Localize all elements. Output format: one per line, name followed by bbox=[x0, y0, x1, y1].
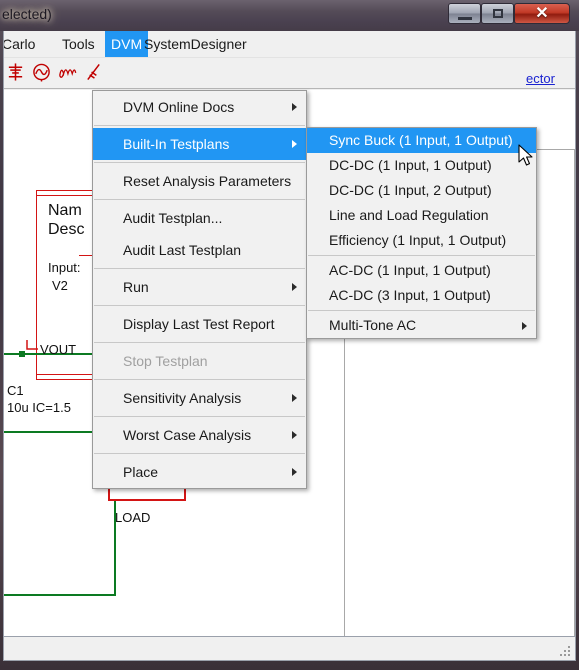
menu-item-label: DC-DC (1 Input, 2 Output) bbox=[329, 182, 492, 198]
menu-item-label: Built-In Testplans bbox=[123, 136, 230, 152]
wire-ground-horiz bbox=[4, 594, 116, 596]
menu-item-label: Multi-Tone AC bbox=[329, 317, 417, 333]
cap-value-label: 10u IC=1.5 bbox=[7, 400, 71, 415]
menu-bar: Carlo Tools DVM SystemDesigner bbox=[4, 31, 575, 58]
menu-item-label: Run bbox=[123, 279, 149, 295]
menu-separator bbox=[94, 342, 305, 343]
menu-separator bbox=[94, 268, 305, 269]
menu-item-stop-testplan: Stop Testplan bbox=[93, 345, 306, 377]
maximize-button[interactable] bbox=[481, 3, 514, 24]
menu-item-reset-analysis-parameters[interactable]: Reset Analysis Parameters bbox=[93, 165, 306, 197]
close-icon: ✕ bbox=[535, 4, 549, 22]
menu-item-place[interactable]: Place bbox=[93, 456, 306, 488]
menu-item-label: DC-DC (1 Input, 1 Output) bbox=[329, 157, 492, 173]
submenu-item-efficiency[interactable]: Efficiency (1 Input, 1 Output) bbox=[307, 228, 536, 253]
wire-load-bottom bbox=[108, 499, 185, 501]
menu-item-label: Reset Analysis Parameters bbox=[123, 173, 292, 189]
menu-item-label: Place bbox=[123, 464, 159, 480]
menu-item-label: AC-DC (3 Input, 1 Output) bbox=[329, 287, 491, 303]
tool-bar bbox=[4, 58, 575, 89]
chevron-right-icon bbox=[292, 283, 297, 291]
block-name-label: Nam bbox=[48, 202, 82, 219]
submenu-item-dcdc-1in-2out[interactable]: DC-DC (1 Input, 2 Output) bbox=[307, 178, 536, 203]
menu-item-label: Worst Case Analysis bbox=[123, 427, 252, 443]
menu-item-built-in-testplans[interactable]: Built-In Testplans bbox=[93, 128, 306, 160]
mouse-cursor-icon bbox=[518, 144, 533, 166]
menu-item-label: AC-DC (1 Input, 1 Output) bbox=[329, 262, 491, 278]
ac-source-icon[interactable] bbox=[32, 61, 51, 83]
client-area: Carlo Tools DVM SystemDesigner Nam Desc … bbox=[3, 31, 576, 661]
menu-item-label: Line and Load Regulation bbox=[329, 207, 489, 223]
menubar-item-tools[interactable]: Tools bbox=[56, 31, 101, 57]
waveform-icon[interactable] bbox=[58, 61, 77, 83]
menu-separator bbox=[94, 125, 305, 126]
menu-separator bbox=[94, 199, 305, 200]
submenu-item-dcdc-1in-1out[interactable]: DC-DC (1 Input, 1 Output) bbox=[307, 153, 536, 178]
close-button[interactable]: ✕ bbox=[514, 3, 570, 24]
wire-ground-vert bbox=[114, 501, 116, 595]
application-window: elected) ✕ Carlo Tools DVM SystemDesigne… bbox=[0, 0, 579, 670]
status-bar bbox=[4, 636, 575, 660]
chevron-right-icon bbox=[292, 431, 297, 439]
menu-item-label: DVM Online Docs bbox=[123, 99, 235, 115]
menu-item-label: Audit Last Testplan bbox=[123, 242, 242, 258]
menu-item-dvm-online-docs[interactable]: DVM Online Docs bbox=[93, 91, 306, 123]
ground-symbol-icon[interactable] bbox=[6, 61, 25, 83]
menu-separator bbox=[94, 305, 305, 306]
load-label: LOAD bbox=[115, 510, 151, 525]
title-bar: elected) ✕ bbox=[0, 0, 579, 31]
menu-item-worst-case-analysis[interactable]: Worst Case Analysis bbox=[93, 419, 306, 451]
block-desc-label: Desc bbox=[48, 221, 85, 238]
chevron-right-icon bbox=[292, 103, 297, 111]
chevron-right-icon bbox=[522, 321, 527, 330]
menu-item-label: Stop Testplan bbox=[123, 353, 208, 369]
menu-item-label: Sync Buck (1 Input, 1 Output) bbox=[329, 132, 513, 148]
menu-item-sensitivity-analysis[interactable]: Sensitivity Analysis bbox=[93, 382, 306, 414]
menu-separator bbox=[94, 379, 305, 380]
menu-item-display-last-test-report[interactable]: Display Last Test Report bbox=[93, 308, 306, 340]
menu-item-audit-testplan[interactable]: Audit Testplan... bbox=[93, 202, 306, 234]
block-input-value: V2 bbox=[52, 278, 68, 293]
submenu-item-sync-buck[interactable]: Sync Buck (1 Input, 1 Output) bbox=[307, 128, 536, 153]
menu-item-label: Display Last Test Report bbox=[123, 316, 275, 332]
menubar-item-systemdesigner[interactable]: SystemDesigner bbox=[138, 31, 253, 57]
menu-separator bbox=[94, 416, 305, 417]
minimize-button[interactable] bbox=[448, 3, 481, 24]
menu-item-label: Efficiency (1 Input, 1 Output) bbox=[329, 232, 507, 248]
net-label-vout: VOUT bbox=[40, 342, 77, 357]
window-title: elected) bbox=[2, 6, 52, 22]
minimize-icon bbox=[457, 16, 472, 20]
chevron-right-icon bbox=[292, 468, 297, 476]
menu-separator bbox=[308, 255, 535, 256]
chevron-right-icon bbox=[292, 140, 297, 148]
menu-item-label: Sensitivity Analysis bbox=[123, 390, 242, 406]
cap-ref-label: C1 bbox=[7, 383, 24, 398]
submenu-item-acdc-3in-1out[interactable]: AC-DC (3 Input, 1 Output) bbox=[307, 283, 536, 308]
menu-separator bbox=[94, 453, 305, 454]
chevron-right-icon bbox=[292, 394, 297, 402]
block-input-label: Input: bbox=[48, 260, 81, 275]
menu-item-audit-last-testplan[interactable]: Audit Last Testplan bbox=[93, 234, 306, 266]
menu-separator bbox=[308, 310, 535, 311]
maximize-icon bbox=[492, 9, 503, 18]
vout-port-icon bbox=[26, 340, 38, 350]
submenu-item-multi-tone-ac[interactable]: Multi-Tone AC bbox=[307, 313, 536, 338]
resize-grip-icon[interactable] bbox=[558, 644, 571, 657]
connector-link[interactable]: ector bbox=[526, 71, 555, 86]
net-node-vout bbox=[19, 351, 25, 357]
submenu-item-line-and-load-regulation[interactable]: Line and Load Regulation bbox=[307, 203, 536, 228]
dvm-dropdown-menu[interactable]: DVM Online Docs Built-In Testplans Reset… bbox=[92, 90, 307, 489]
menu-item-label: Audit Testplan... bbox=[123, 210, 223, 226]
menu-item-run[interactable]: Run bbox=[93, 271, 306, 303]
built-in-testplans-submenu[interactable]: Sync Buck (1 Input, 1 Output) DC-DC (1 I… bbox=[306, 127, 537, 339]
menubar-item-carlo[interactable]: Carlo bbox=[4, 31, 41, 57]
menu-separator bbox=[94, 162, 305, 163]
probe-pencil-icon[interactable] bbox=[84, 61, 103, 83]
submenu-item-acdc-1in-1out[interactable]: AC-DC (1 Input, 1 Output) bbox=[307, 258, 536, 283]
